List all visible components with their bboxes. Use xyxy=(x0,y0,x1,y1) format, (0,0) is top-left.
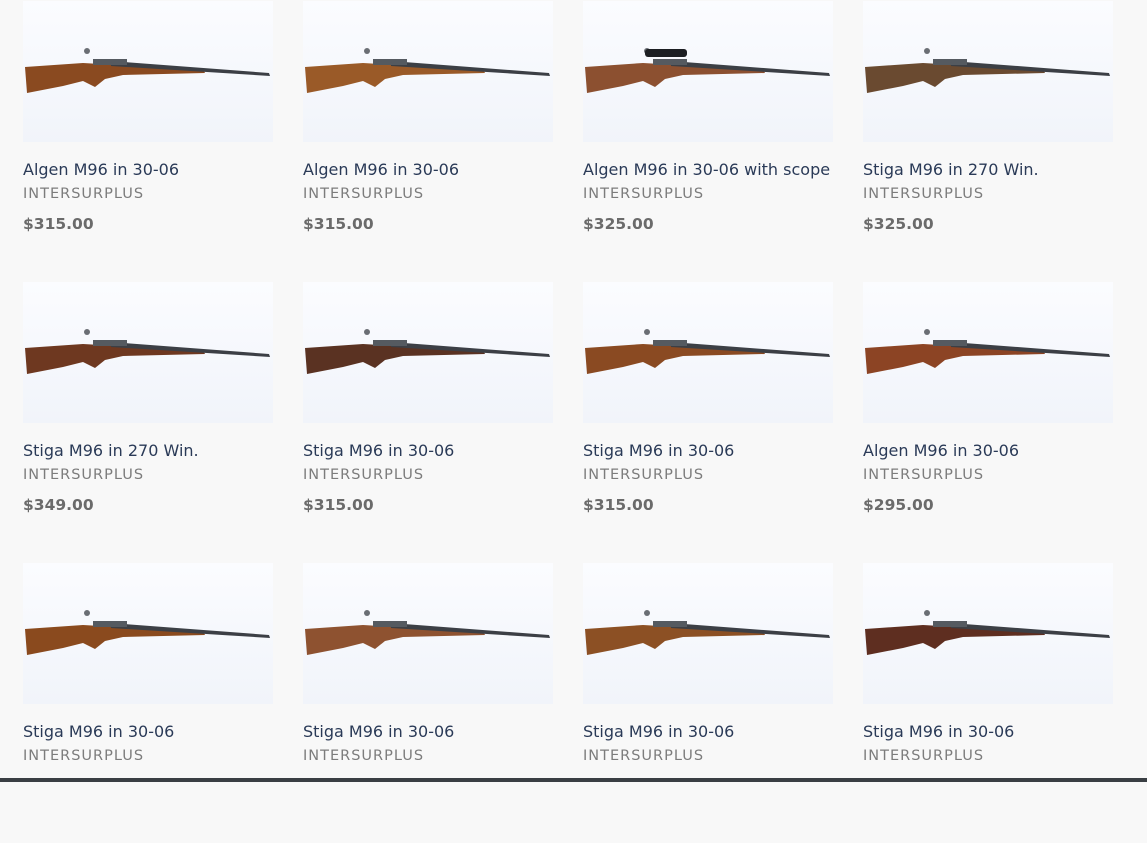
product-vendor: INTERSURPLUS xyxy=(863,748,985,764)
rifle-action xyxy=(653,621,687,627)
product-card[interactable]: Algen M96 in 30-06 INTERSURPLUS $295.00 xyxy=(863,281,1113,562)
product-card[interactable]: Stiga M96 in 30-06 INTERSURPLUS xyxy=(863,562,1113,843)
rifle-action xyxy=(93,621,127,627)
product-image[interactable] xyxy=(303,563,553,704)
product-vendor: INTERSURPLUS xyxy=(303,748,425,764)
rifle-bolt-knob xyxy=(84,329,90,335)
rifle-action xyxy=(93,340,127,346)
product-card[interactable]: Stiga M96 in 270 Win. INTERSURPLUS $325.00 xyxy=(863,0,1113,281)
product-vendor: INTERSURPLUS xyxy=(303,467,425,483)
product-image[interactable] xyxy=(303,282,553,423)
product-title[interactable]: Algen M96 in 30-06 xyxy=(863,441,1019,460)
product-title[interactable]: Algen M96 in 30-06 xyxy=(303,160,459,179)
rifle-bolt-knob xyxy=(924,610,930,616)
product-image[interactable] xyxy=(583,563,833,704)
product-price: $325.00 xyxy=(863,215,934,233)
product-title[interactable]: Algen M96 in 30-06 with scope xyxy=(583,160,830,179)
product-image[interactable] xyxy=(863,563,1113,704)
product-price: $315.00 xyxy=(23,215,94,233)
product-card[interactable]: Stiga M96 in 30-06 INTERSURPLUS xyxy=(303,562,553,843)
rifle-icon xyxy=(865,329,1110,374)
rifle-icon xyxy=(585,610,830,655)
product-image[interactable] xyxy=(863,1,1113,142)
rifle-icon xyxy=(865,48,1110,93)
product-vendor: INTERSURPLUS xyxy=(863,186,985,202)
product-card[interactable]: Algen M96 in 30-06 INTERSURPLUS $315.00 xyxy=(303,0,553,281)
product-vendor: INTERSURPLUS xyxy=(863,467,985,483)
rifle-icon xyxy=(865,610,1110,655)
product-card[interactable]: Stiga M96 in 30-06 INTERSURPLUS $315.00 xyxy=(303,281,553,562)
rifle-action xyxy=(373,59,407,65)
product-image[interactable] xyxy=(23,1,273,142)
product-vendor: INTERSURPLUS xyxy=(23,748,145,764)
rifle-action xyxy=(653,340,687,346)
product-title[interactable]: Stiga M96 in 30-06 xyxy=(583,441,734,460)
rifle-icon xyxy=(585,48,830,93)
product-vendor: INTERSURPLUS xyxy=(23,186,145,202)
rifle-bolt-knob xyxy=(364,610,370,616)
product-price: $315.00 xyxy=(303,496,374,514)
product-title[interactable]: Stiga M96 in 30-06 xyxy=(303,722,454,741)
rifle-icon xyxy=(305,48,550,93)
product-image[interactable] xyxy=(303,1,553,142)
product-title[interactable]: Stiga M96 in 30-06 xyxy=(23,722,174,741)
product-title[interactable]: Stiga M96 in 270 Win. xyxy=(863,160,1039,179)
product-image[interactable] xyxy=(863,282,1113,423)
product-price: $295.00 xyxy=(863,496,934,514)
rifle-bolt-knob xyxy=(924,48,930,54)
rifle-icon xyxy=(25,610,270,655)
product-title[interactable]: Stiga M96 in 270 Win. xyxy=(23,441,199,460)
product-card[interactable]: Algen M96 in 30-06 INTERSURPLUS $315.00 xyxy=(23,0,273,281)
rifle-bolt-knob xyxy=(364,48,370,54)
rifle-action xyxy=(933,621,967,627)
rifle-bolt-knob xyxy=(924,329,930,335)
rifle-bolt-knob xyxy=(644,610,650,616)
rifle-icon xyxy=(305,329,550,374)
product-card[interactable]: Stiga M96 in 30-06 INTERSURPLUS xyxy=(583,562,833,843)
product-vendor: INTERSURPLUS xyxy=(303,186,425,202)
product-title[interactable]: Stiga M96 in 30-06 xyxy=(863,722,1014,741)
product-card[interactable]: Stiga M96 in 270 Win. INTERSURPLUS $349.00 xyxy=(23,281,273,562)
product-image[interactable] xyxy=(23,563,273,704)
rifle-bolt-knob xyxy=(644,329,650,335)
rifle-action xyxy=(93,59,127,65)
product-vendor: INTERSURPLUS xyxy=(23,467,145,483)
rifle-action xyxy=(933,340,967,346)
product-card[interactable]: Algen M96 in 30-06 with scope INTERSURPLU… xyxy=(583,0,833,281)
product-title[interactable]: Stiga M96 in 30-06 xyxy=(583,722,734,741)
rifle-action xyxy=(933,59,967,65)
rifle-bolt-knob xyxy=(84,48,90,54)
product-vendor: INTERSURPLUS xyxy=(583,186,705,202)
product-title[interactable]: Algen M96 in 30-06 xyxy=(23,160,179,179)
product-vendor: INTERSURPLUS xyxy=(583,748,705,764)
rifle-icon xyxy=(585,329,830,374)
product-image[interactable] xyxy=(583,1,833,142)
product-grid: Algen M96 in 30-06 INTERSURPLUS $315.00 Alg… xyxy=(23,0,1113,843)
rifle-action xyxy=(373,340,407,346)
rifle-scope xyxy=(645,49,687,57)
rifle-action xyxy=(653,59,687,65)
product-image[interactable] xyxy=(23,282,273,423)
product-price: $315.00 xyxy=(303,215,374,233)
rifle-icon xyxy=(25,48,270,93)
rifle-icon xyxy=(25,329,270,374)
product-card[interactable]: Stiga M96 in 30-06 INTERSURPLUS $315.00 xyxy=(583,281,833,562)
product-price: $349.00 xyxy=(23,496,94,514)
rifle-bolt-knob xyxy=(84,610,90,616)
product-title[interactable]: Stiga M96 in 30-06 xyxy=(303,441,454,460)
product-price: $315.00 xyxy=(583,496,654,514)
product-vendor: INTERSURPLUS xyxy=(583,467,705,483)
product-image[interactable] xyxy=(583,282,833,423)
rifle-icon xyxy=(305,610,550,655)
rifle-bolt-knob xyxy=(364,329,370,335)
product-price: $325.00 xyxy=(583,215,654,233)
rifle-action xyxy=(373,621,407,627)
product-card[interactable]: Stiga M96 in 30-06 INTERSURPLUS xyxy=(23,562,273,843)
page-bottom-edge xyxy=(0,778,1147,782)
